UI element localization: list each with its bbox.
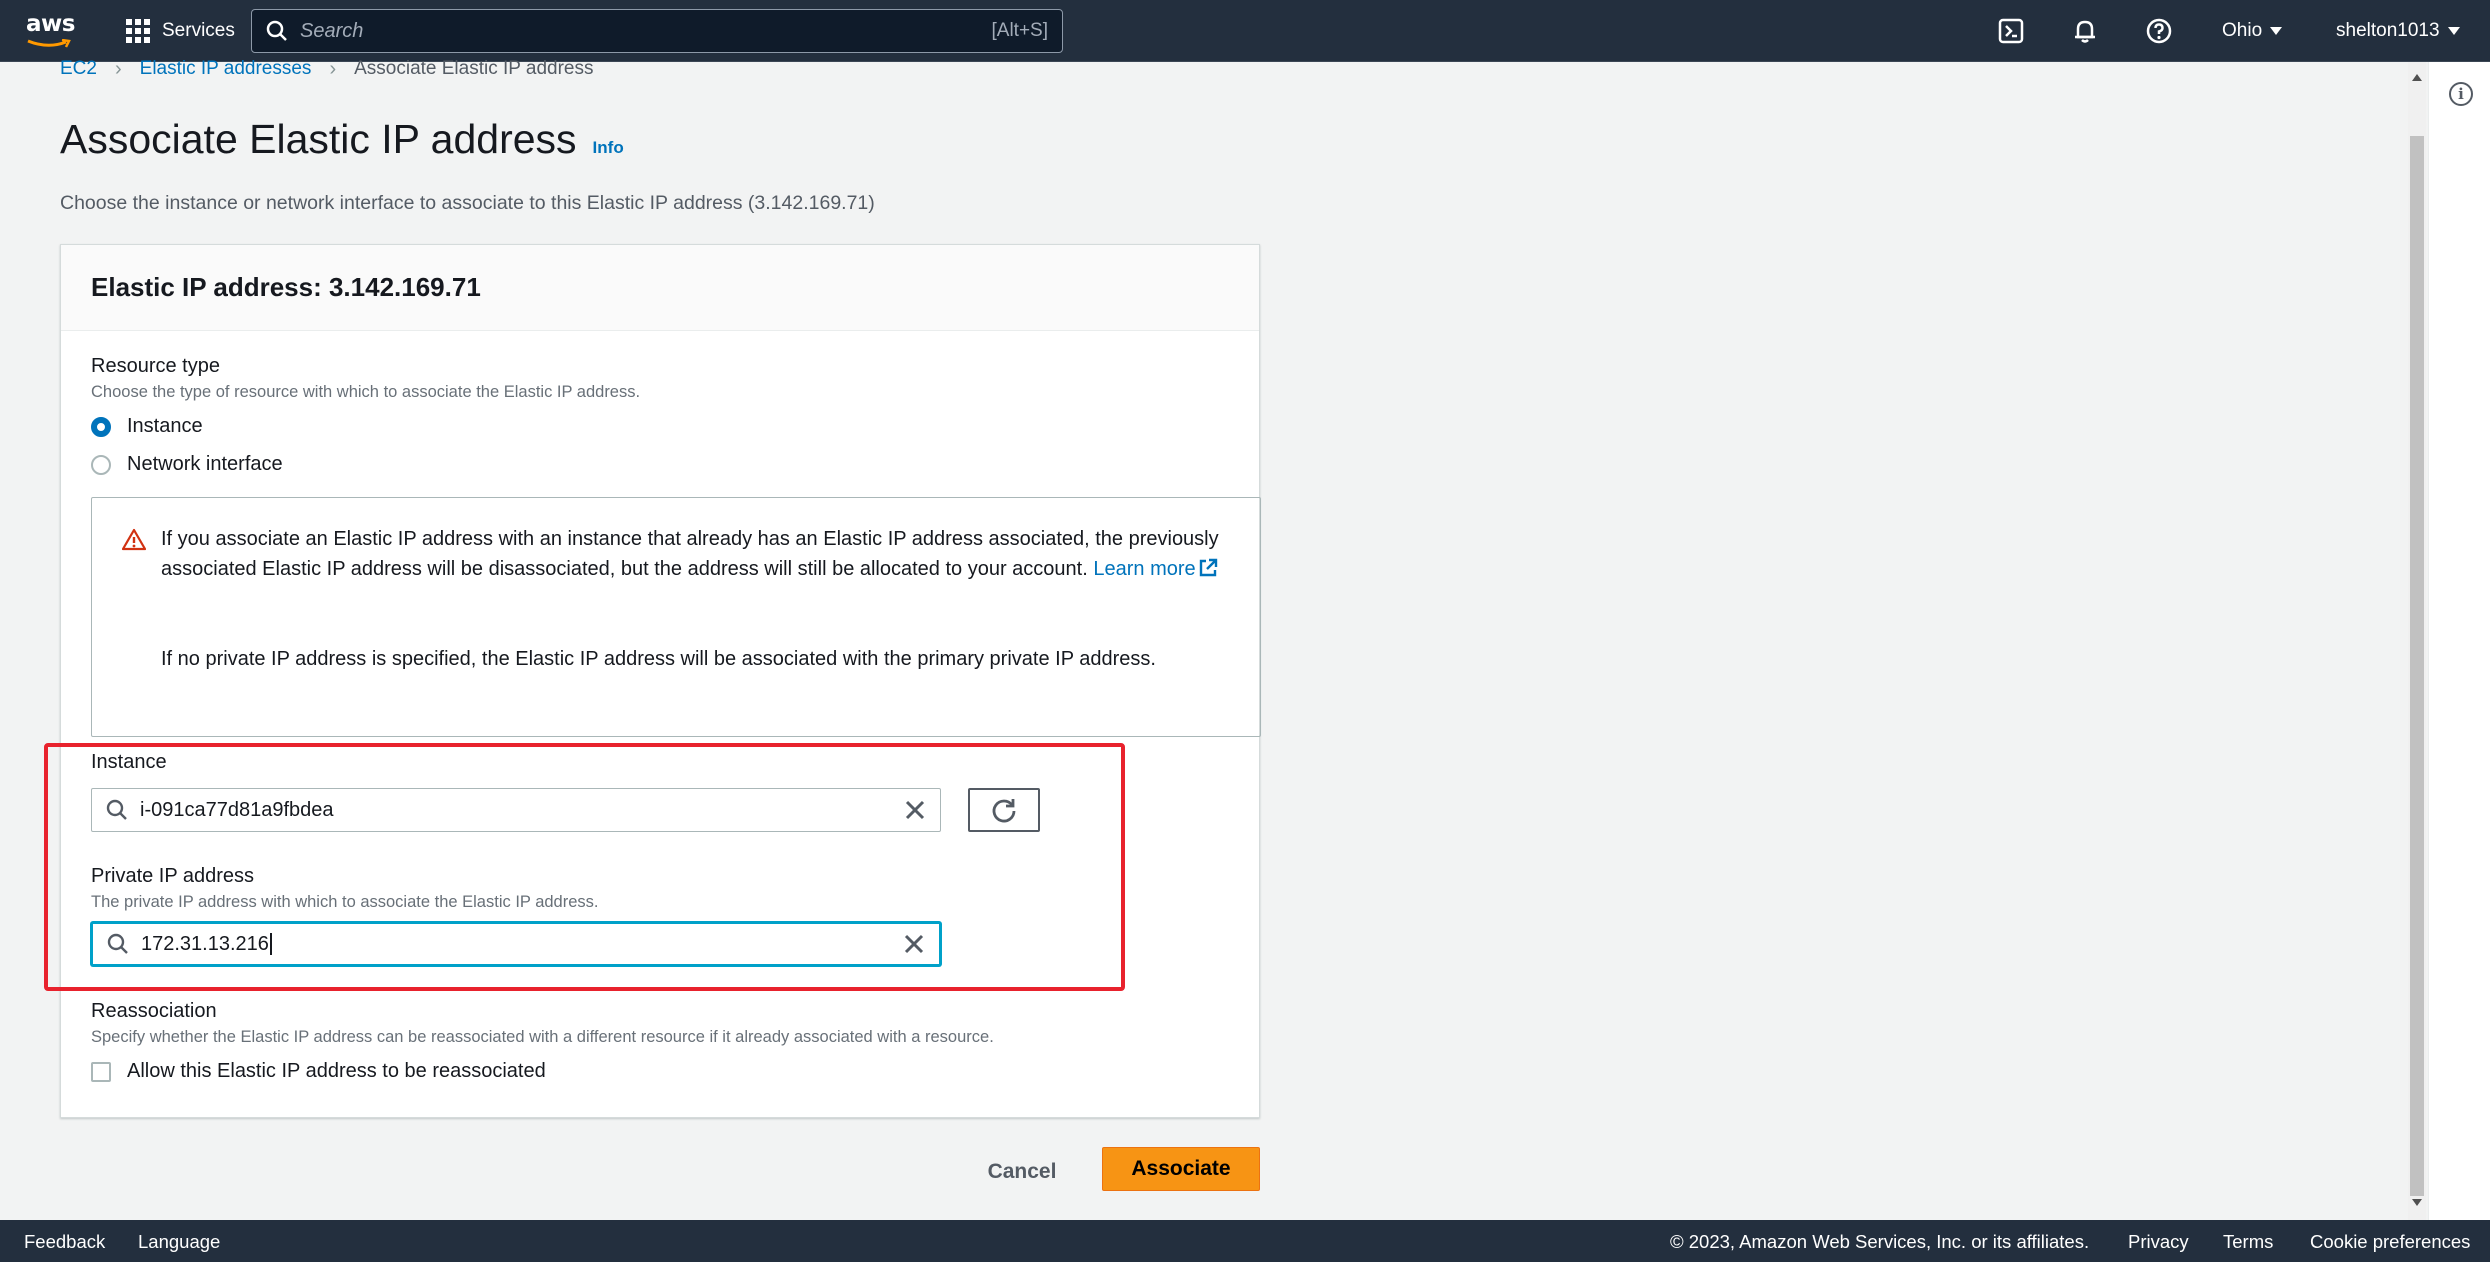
page-description: Choose the instance or network interface… — [60, 192, 875, 214]
account-name: shelton1013 — [2336, 20, 2440, 41]
alert-text-secondary: If no private IP address is specified, t… — [161, 648, 1156, 670]
region-label: Ohio — [2222, 20, 2263, 41]
radio-network-interface-label: Network interface — [127, 453, 283, 475]
account-menu[interactable]: shelton1013 — [2336, 16, 2460, 46]
learn-more-label: Learn more — [1093, 558, 1196, 580]
cloudshell-icon — [1998, 18, 2024, 44]
associate-button[interactable]: Associate — [1102, 1147, 1260, 1191]
highlight-annotation-box — [44, 743, 1125, 991]
reassociation-label: Reassociation — [91, 1000, 217, 1022]
aws-logo-text: aws — [26, 11, 75, 37]
external-link-icon — [1199, 558, 1217, 577]
breadcrumb-ec2[interactable]: EC2 — [60, 58, 97, 80]
chevron-right-icon: › — [329, 57, 337, 80]
caret-down-icon — [2270, 27, 2283, 35]
search-input[interactable]: Search [Alt+S] — [251, 9, 1063, 53]
resource-type-description: Choose the type of resource with which t… — [91, 383, 641, 401]
reassociation-checkbox-row[interactable]: Allow this Elastic IP address to be reas… — [91, 1060, 546, 1083]
scrollbar-thumb[interactable] — [2410, 136, 2424, 1196]
alert-text: If you associate an Elastic IP address w… — [161, 524, 1221, 584]
region-selector[interactable]: Ohio — [2222, 16, 2283, 46]
scroll-up-arrow-icon[interactable] — [2412, 74, 2422, 81]
notifications-button[interactable] — [2072, 16, 2098, 46]
scroll-down-arrow-icon[interactable] — [2412, 1199, 2422, 1206]
breadcrumb-elastic-ip-addresses[interactable]: Elastic IP addresses — [140, 58, 312, 80]
bell-icon — [2075, 20, 2095, 43]
page-title: Associate Elastic IP address — [60, 116, 577, 162]
cancel-button[interactable]: Cancel — [972, 1152, 1072, 1192]
feedback-link[interactable]: Feedback — [24, 1231, 105, 1253]
footer: Feedback Language © 2023, Amazon Web Ser… — [0, 1220, 2490, 1262]
search-icon — [266, 20, 287, 41]
search-shortcut: [Alt+S] — [991, 20, 1049, 41]
help-icon — [2146, 18, 2172, 44]
terms-link[interactable]: Terms — [2223, 1231, 2273, 1253]
top-navigation: aws Services Search [Alt+S] Ohio shelton… — [0, 0, 2490, 62]
page-title-row: Associate Elastic IP address Info — [60, 116, 624, 163]
info-icon[interactable]: i — [2449, 82, 2473, 106]
reassociation-checkbox-label: Allow this Elastic IP address to be reas… — [127, 1060, 546, 1082]
alert-text-main: If you associate an Elastic IP address w… — [161, 528, 1219, 580]
services-label: Services — [162, 20, 235, 41]
warning-icon — [122, 528, 146, 551]
language-link[interactable]: Language — [138, 1231, 220, 1253]
page-scrollbar[interactable] — [2408, 62, 2426, 1220]
chevron-right-icon: › — [114, 57, 122, 80]
radio-network-interface[interactable]: Network interface — [91, 453, 283, 476]
panel-header: Elastic IP address: 3.142.169.71 — [61, 245, 1259, 331]
learn-more-link[interactable]: Learn more — [1093, 558, 1217, 580]
radio-button[interactable] — [91, 454, 111, 475]
warning-alert: If you associate an Elastic IP address w… — [91, 497, 1261, 737]
copyright-text: © 2023, Amazon Web Services, Inc. or its… — [1670, 1231, 2090, 1252]
aws-logo[interactable]: aws — [26, 12, 76, 48]
grid-icon — [126, 19, 150, 43]
breadcrumb-current: Associate Elastic IP address — [354, 58, 594, 79]
breadcrumb: EC2 › Elastic IP addresses › Associate E… — [60, 56, 593, 82]
radio-instance[interactable]: Instance — [91, 415, 203, 438]
info-link[interactable]: Info — [593, 138, 624, 158]
resource-type-label: Resource type — [91, 355, 220, 377]
reassociation-description: Specify whether the Elastic IP address c… — [91, 1028, 994, 1046]
cloudshell-button[interactable] — [1998, 16, 2024, 46]
search-placeholder: Search — [300, 19, 364, 42]
privacy-link[interactable]: Privacy — [2128, 1231, 2189, 1253]
caret-down-icon — [2447, 27, 2460, 35]
radio-instance-label: Instance — [127, 415, 203, 437]
reassociation-checkbox[interactable] — [91, 1061, 111, 1082]
services-menu-button[interactable]: Services — [126, 16, 235, 46]
cookie-preferences-link[interactable]: Cookie preferences — [2310, 1231, 2470, 1253]
aws-smile-icon — [27, 38, 71, 48]
help-panel-rail: i — [2428, 62, 2490, 1220]
help-button[interactable] — [2146, 16, 2172, 46]
radio-button-selected[interactable] — [91, 416, 111, 437]
